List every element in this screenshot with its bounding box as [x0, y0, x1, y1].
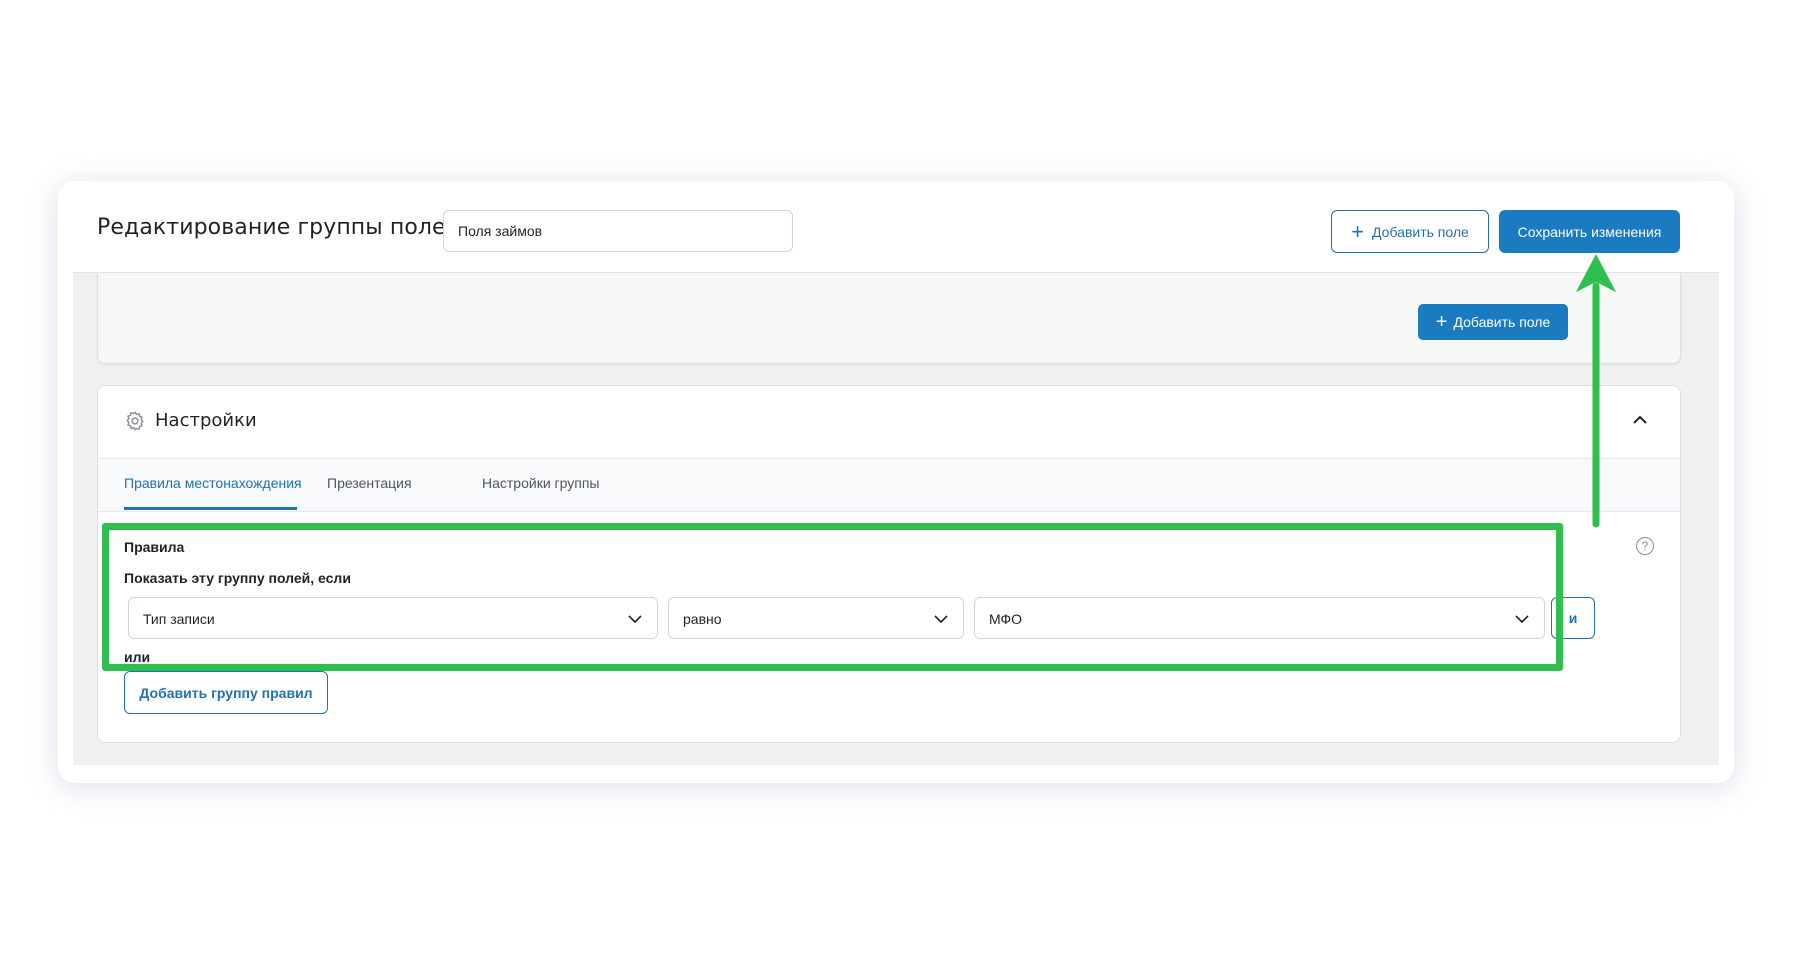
- add-field-inline-button[interactable]: + Добавить поле: [1418, 304, 1568, 340]
- rules-heading: Правила: [124, 539, 185, 555]
- fields-panel: + Добавить поле: [97, 273, 1681, 364]
- rule-value-select[interactable]: МФО: [974, 597, 1545, 639]
- add-field-inline-label: Добавить поле: [1453, 314, 1551, 330]
- save-changes-button[interactable]: Сохранить изменения: [1499, 210, 1680, 253]
- tab-location-rules[interactable]: Правила местонахождения: [124, 475, 302, 491]
- rule-param-value: Тип записи: [143, 611, 215, 627]
- gear-icon: [126, 411, 144, 431]
- rule-operator-select[interactable]: равно: [668, 597, 964, 639]
- rule-operator-value: равно: [683, 611, 722, 627]
- rule-value-value: МФО: [989, 611, 1023, 627]
- workspace: + Добавить поле Настройки Правила местон…: [73, 272, 1719, 765]
- chevron-down-icon: [1515, 615, 1529, 624]
- add-field-button-label: Добавить поле: [1372, 223, 1469, 240]
- add-and-rule-button[interactable]: и: [1551, 597, 1595, 639]
- settings-tabs: Правила местонахождения Презентация Наст…: [98, 459, 1680, 512]
- edit-field-group-window: Редактирование группы полей + Добавить п…: [58, 181, 1734, 783]
- rule-param-select[interactable]: Тип записи: [128, 597, 658, 639]
- add-rule-group-button[interactable]: Добавить группу правил: [124, 671, 328, 714]
- chevron-up-icon[interactable]: [1630, 410, 1650, 430]
- settings-header[interactable]: Настройки: [98, 386, 1680, 459]
- group-title-input[interactable]: [443, 210, 793, 252]
- save-changes-label: Сохранить изменения: [1517, 223, 1662, 240]
- add-field-button[interactable]: + Добавить поле: [1331, 210, 1489, 253]
- tab-group-settings[interactable]: Настройки группы: [482, 475, 600, 491]
- plus-icon: +: [1435, 311, 1448, 333]
- chevron-down-icon: [628, 615, 642, 624]
- plus-icon: +: [1351, 218, 1365, 244]
- settings-panel: Настройки Правила местонахождения Презен…: [97, 385, 1681, 743]
- add-rule-group-label: Добавить группу правил: [139, 684, 313, 701]
- tab-presentation[interactable]: Презентация: [327, 475, 412, 491]
- settings-title: Настройки: [155, 410, 257, 431]
- page-title: Редактирование группы полей: [97, 215, 461, 240]
- rules-description: Показать эту группу полей, если: [124, 570, 351, 586]
- active-tab-indicator: [124, 507, 297, 510]
- or-label: или: [124, 649, 151, 665]
- help-icon[interactable]: ?: [1636, 537, 1654, 555]
- chevron-down-icon: [934, 615, 948, 624]
- top-toolbar: Редактирование группы полей + Добавить п…: [58, 181, 1734, 272]
